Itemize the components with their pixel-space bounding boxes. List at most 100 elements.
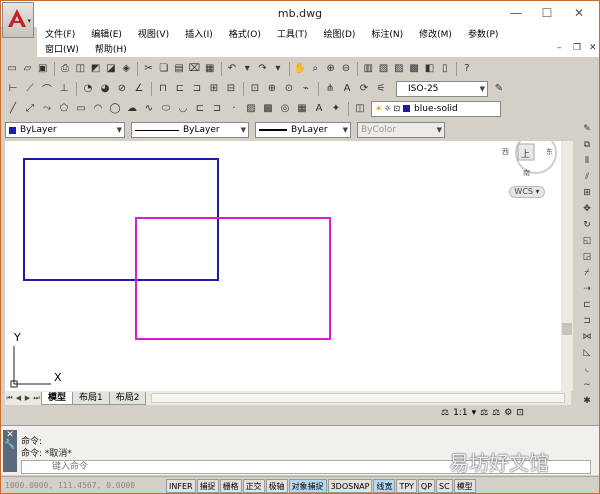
dim-space-icon[interactable]: ⊞ bbox=[206, 81, 222, 97]
quickcalc-icon[interactable]: ▯ bbox=[438, 61, 452, 77]
spline-icon[interactable]: ∿ bbox=[141, 101, 157, 117]
publish-icon[interactable]: ◩ bbox=[88, 61, 102, 77]
arc-icon[interactable]: ◠ bbox=[90, 101, 106, 117]
blend-icon[interactable]: ∼ bbox=[580, 377, 595, 392]
minimize-button[interactable]: — bbox=[501, 4, 531, 22]
menu-item-9[interactable]: 参数(P) bbox=[460, 28, 506, 43]
jogged-linear-icon[interactable]: ⌁ bbox=[298, 81, 314, 97]
aligned-dim-icon[interactable]: ⟋ bbox=[22, 81, 38, 97]
gradient-icon[interactable]: ▩ bbox=[260, 101, 276, 117]
menu-item-6[interactable]: 绘图(D) bbox=[315, 28, 363, 43]
menu-item-2[interactable]: 视图(V) bbox=[130, 28, 177, 43]
status-toggle-3[interactable]: 正交 bbox=[242, 478, 265, 493]
command-window-handle[interactable]: ✕ 🔧 bbox=[3, 430, 17, 472]
pan-icon[interactable]: ✋ bbox=[293, 61, 307, 77]
drawing-canvas[interactable]: Y X 北 西 上 东 南 WCS ▾ bbox=[5, 141, 571, 391]
close-icon[interactable]: ✕ bbox=[6, 430, 14, 440]
publish-3d-icon[interactable]: ◈ bbox=[119, 61, 133, 77]
inspection-icon[interactable]: ⊙ bbox=[281, 81, 297, 97]
region-icon[interactable]: ◎ bbox=[277, 101, 293, 117]
doc-close-button[interactable]: ✕ bbox=[589, 43, 597, 53]
copy-icon[interactable]: ❏ bbox=[157, 61, 171, 77]
quick-dim-icon[interactable]: ⊓ bbox=[155, 81, 171, 97]
tab-layout1[interactable]: 布局1 bbox=[72, 391, 110, 405]
mirror-icon[interactable]: ⫴ bbox=[580, 153, 595, 168]
next-tab-icon[interactable]: ▶ bbox=[23, 394, 32, 402]
zoom-realtime-icon[interactable]: ⌕ bbox=[308, 61, 322, 77]
join-icon[interactable]: ⋈ bbox=[580, 329, 595, 344]
first-tab-icon[interactable]: ⏮ bbox=[5, 394, 14, 403]
annotation-scale-value[interactable]: 1:1 bbox=[453, 408, 467, 418]
break-at-point-icon[interactable]: ⊏ bbox=[580, 297, 595, 312]
design-center-icon[interactable]: ▧ bbox=[376, 61, 390, 77]
erase-icon[interactable]: ✎ bbox=[580, 121, 595, 136]
tab-model[interactable]: 模型 bbox=[41, 391, 74, 405]
print-preview-icon[interactable]: ◫ bbox=[73, 61, 87, 77]
menu-item-4[interactable]: 格式(O) bbox=[221, 28, 269, 43]
paste-icon[interactable]: ▤ bbox=[172, 61, 186, 77]
status-toggle-1[interactable]: 捕捉 bbox=[196, 478, 219, 493]
circle-icon[interactable]: ◯ bbox=[107, 101, 123, 117]
insert-block-icon[interactable]: ⊏ bbox=[192, 101, 208, 117]
application-menu-button[interactable]: ▾ bbox=[2, 2, 34, 38]
menu-item-8[interactable]: 修改(M) bbox=[411, 28, 460, 43]
table-icon[interactable]: ▦ bbox=[294, 101, 310, 117]
status-toggle-0[interactable]: INFER bbox=[166, 478, 196, 493]
status-toggle-5[interactable]: 对象捕捉 bbox=[288, 478, 327, 493]
print-icon[interactable]: ⎙ bbox=[58, 61, 72, 77]
match-properties-icon[interactable]: ⌧ bbox=[187, 61, 201, 77]
radius-dim-icon[interactable]: ◔ bbox=[80, 81, 96, 97]
lineweight-control[interactable]: ByLayer ▼ bbox=[255, 122, 351, 138]
menu-item-3[interactable]: 插入(I) bbox=[177, 28, 221, 43]
tab-layout2[interactable]: 布局2 bbox=[108, 391, 147, 405]
jogged-dim-icon[interactable]: ◕ bbox=[97, 81, 113, 97]
scroll-thumb[interactable] bbox=[562, 323, 572, 335]
revision-cloud-icon[interactable]: ☁ bbox=[124, 101, 140, 117]
properties-icon[interactable]: ▥ bbox=[361, 61, 375, 77]
prev-tab-icon[interactable]: ◀ bbox=[14, 394, 23, 402]
trim-icon[interactable]: ⌿ bbox=[580, 265, 595, 280]
linetype-control[interactable]: ByLayer ▼ bbox=[131, 122, 249, 138]
status-toggle-7[interactable]: 线宽 bbox=[373, 478, 396, 493]
construction-line-icon[interactable]: ⤢ bbox=[22, 101, 38, 117]
chamfer-icon[interactable]: ◺ bbox=[580, 345, 595, 360]
status-toggle-11[interactable]: 模型 bbox=[453, 478, 476, 493]
tolerance-icon[interactable]: ⊡ bbox=[247, 81, 263, 97]
tool-palettes-icon[interactable]: ▨ bbox=[392, 61, 406, 77]
dim-style-manager-icon[interactable]: ✎ bbox=[491, 81, 507, 97]
add-selected-icon[interactable]: ✦ bbox=[328, 101, 344, 117]
new-file-icon[interactable]: ▭ bbox=[5, 61, 19, 77]
workspace-icon[interactable]: ⚙ bbox=[504, 408, 512, 418]
lock-icon[interactable]: ⊡ bbox=[516, 408, 524, 418]
mtext-icon[interactable]: A bbox=[311, 101, 327, 117]
annotation-visibility-icon[interactable]: ⚖ bbox=[480, 408, 488, 418]
menu-item-1[interactable]: 编辑(E) bbox=[83, 28, 130, 43]
viewcube-south[interactable]: 南 bbox=[523, 168, 530, 178]
maximize-button[interactable]: ☐ bbox=[532, 4, 562, 22]
auto-scale-icon[interactable]: ⚖ bbox=[492, 408, 500, 418]
menu-item-row2-0[interactable]: 窗口(W) bbox=[37, 43, 87, 58]
layer-select[interactable]: ☀ ☼ ⊡ blue-solid bbox=[371, 100, 501, 117]
hatch-icon[interactable]: ▨ bbox=[243, 101, 259, 117]
zoom-window-icon[interactable]: ⊕ bbox=[324, 61, 338, 77]
redo-dropdown-icon[interactable]: ▾ bbox=[271, 61, 285, 77]
redo-icon[interactable]: ↷ bbox=[255, 61, 269, 77]
sheet-set-icon[interactable]: ▩ bbox=[407, 61, 421, 77]
help-icon[interactable]: ? bbox=[460, 61, 474, 77]
doc-minimize-button[interactable]: – bbox=[557, 43, 562, 53]
undo-dropdown-icon[interactable]: ▾ bbox=[240, 61, 254, 77]
dim-style-select[interactable]: ISO-25 ▼ bbox=[396, 80, 488, 97]
status-toggle-8[interactable]: TPY bbox=[396, 478, 417, 493]
rotate-icon[interactable]: ↻ bbox=[580, 217, 595, 232]
cut-icon[interactable]: ✂ bbox=[141, 61, 155, 77]
menu-item-0[interactable]: 文件(F) bbox=[37, 28, 83, 43]
linear-dim-icon[interactable]: ⊢ bbox=[5, 81, 21, 97]
offset-icon[interactable]: ⫽ bbox=[580, 169, 595, 184]
save-icon[interactable]: ▣ bbox=[36, 61, 50, 77]
status-toggle-4[interactable]: 极轴 bbox=[265, 478, 288, 493]
close-button[interactable]: ✕ bbox=[564, 4, 594, 22]
copy-object-icon[interactable]: ⧉ bbox=[580, 137, 595, 152]
menu-item-7[interactable]: 标注(N) bbox=[363, 28, 411, 43]
status-toggle-2[interactable]: 栅格 bbox=[219, 478, 242, 493]
angular-dim-icon[interactable]: ∠ bbox=[131, 81, 147, 97]
